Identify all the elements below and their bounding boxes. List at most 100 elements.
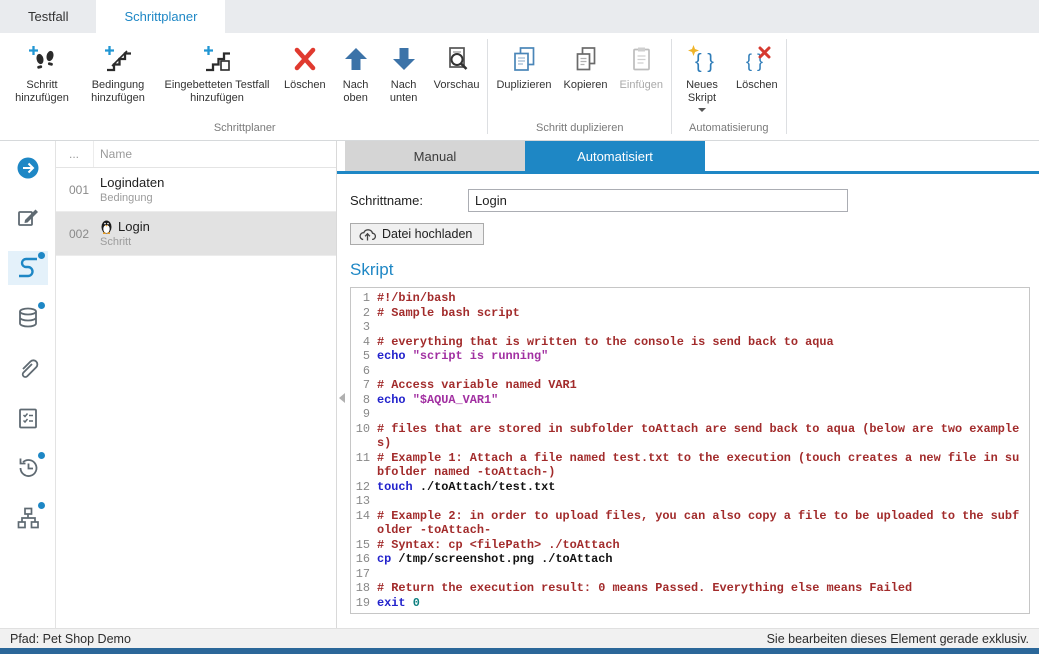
step-list-panel: ... Name 001 Logindaten Bedingung 002 [56,141,337,628]
sidebar-item-navigate[interactable] [8,151,48,185]
sidebar-item-tasks[interactable] [8,401,48,435]
code-line: 15# Syntax: cp <filePath> ./toAttach [351,538,1029,553]
ribbon: Schritt hinzufügen Bedingung hinzufügen [0,33,1039,141]
move-down-button[interactable]: Nach unten [380,39,428,107]
notification-dot [38,302,45,309]
svg-text:{ }: { } [695,51,714,73]
collapse-panel-handle[interactable] [339,393,345,403]
left-sidebar [0,141,56,628]
tab-schrittplaner[interactable]: Schrittplaner [96,0,225,33]
script-heading: Skript [350,260,1039,280]
column-header-name[interactable]: Name [94,147,132,161]
code-line: 7# Access variable named VAR1 [351,378,1029,393]
code-line: 2# Sample bash script [351,306,1029,321]
red-x-icon [290,41,320,77]
arrow-right-circle-icon [15,155,41,181]
delete-step-label: Löschen [284,79,326,92]
tab-manual[interactable]: Manual [345,141,525,171]
step-row-name: Logindaten [100,175,336,190]
cloud-upload-icon [359,227,376,241]
step-row-type: Bedingung [100,192,336,204]
copy-label: Kopieren [564,79,608,92]
sidebar-item-attachments[interactable] [8,351,48,385]
step-name-input[interactable] [468,189,848,212]
new-script-button[interactable]: { } Neues Skript [674,39,730,114]
upload-file-button[interactable]: Datei hochladen [350,223,484,245]
upload-file-label: Datei hochladen [382,227,472,241]
delete-step-button[interactable]: Löschen [278,39,332,94]
duplicate-pages-icon [509,41,539,77]
move-up-label: Nach oben [338,79,374,105]
checklist-clipboard-icon [15,405,41,431]
ribbon-separator [487,39,488,134]
new-script-label: Neues Skript [680,79,724,105]
arrow-up-icon [341,41,371,77]
ribbon-group-schrittplaner: Schritt hinzufügen Bedingung hinzufügen [4,33,485,140]
code-line: 14# Example 2: in order to upload files,… [351,509,1029,538]
ribbon-separator [671,39,672,134]
tab-automatisiert[interactable]: Automatisiert [525,141,705,171]
add-embedded-testcase-label: Eingebetteten Testfall hinzufügen [162,79,272,105]
preview-magnifier-icon [442,41,472,77]
duplicate-button[interactable]: Duplizieren [490,39,557,94]
add-embedded-testcase-button[interactable]: Eingebetteten Testfall hinzufügen [156,39,278,107]
notification-dot [38,252,45,259]
sidebar-item-steps[interactable] [8,251,48,285]
content-area: ... Name 001 Logindaten Bedingung 002 [0,141,1039,628]
paste-button[interactable]: Einfügen [614,39,669,94]
dropdown-caret-icon[interactable] [698,108,706,112]
column-header-index[interactable]: ... [56,141,94,167]
stairs-add-icon [103,41,133,77]
paperclip-icon [15,355,41,381]
linux-penguin-icon [100,219,113,234]
step-list-header: ... Name [56,141,336,168]
footprints-add-icon [27,41,57,77]
add-condition-button[interactable]: Bedingung hinzufügen [80,39,156,107]
code-line: 1#!/bin/bash [351,291,1029,306]
code-line: 12touch ./toAttach/test.txt [351,480,1029,495]
bottom-accent-strip [0,648,1039,654]
status-lock-message: Sie bearbeiten dieses Element gerade exk… [767,632,1029,646]
script-editor[interactable]: 1#!/bin/bash2# Sample bash script34# eve… [350,287,1030,614]
code-line: 17 [351,567,1029,582]
step-row-002[interactable]: 002 Login Schritt [56,212,336,256]
ribbon-separator [786,39,787,134]
database-icon [15,305,41,331]
svg-text:{ }: { } [746,51,763,71]
code-line: 8echo "$AQUA_VAR1" [351,393,1029,408]
sidebar-item-data[interactable] [8,301,48,335]
code-line: 6 [351,364,1029,379]
status-bar: Pfad: Pet Shop Demo Sie bearbeiten diese… [0,628,1039,648]
copy-button[interactable]: Kopieren [558,39,614,94]
preview-label: Vorschau [434,79,480,92]
copy-pages-icon [571,41,601,77]
step-row-id: 002 [56,227,94,241]
sidebar-item-relations[interactable] [8,501,48,535]
delete-script-icon: { } [742,41,772,77]
code-line: 4# everything that is written to the con… [351,335,1029,350]
delete-script-button[interactable]: { } Löschen [730,39,784,94]
sidebar-item-edit[interactable] [8,201,48,235]
move-up-button[interactable]: Nach oben [332,39,380,107]
window-tab-bar: Testfall Schrittplaner [0,0,1039,33]
sidebar-item-history[interactable] [8,451,48,485]
ribbon-group-automatisierung: { } Neues Skript { } Löschen Automatisie… [674,33,784,140]
code-line: 5echo "script is running" [351,349,1029,364]
code-line: 13 [351,494,1029,509]
move-down-label: Nach unten [386,79,422,105]
step-row-001[interactable]: 001 Logindaten Bedingung [56,168,336,212]
code-line: 18# Return the execution result: 0 means… [351,581,1029,596]
ribbon-group-schritt-duplizieren: Duplizieren Kopieren [490,33,669,140]
add-condition-label: Bedingung hinzufügen [86,79,150,105]
notification-dot [38,452,45,459]
step-row-name: Login [118,219,150,234]
new-script-braces-icon: { } [687,41,717,77]
edit-pencil-icon [15,205,41,231]
tab-testfall[interactable]: Testfall [0,0,96,33]
step-name-label: Schrittname: [350,193,468,208]
add-step-button[interactable]: Schritt hinzufügen [4,39,80,107]
preview-button[interactable]: Vorschau [428,39,486,94]
history-clock-icon [15,455,41,481]
embedded-testcase-add-icon [202,41,232,77]
arrow-down-icon [389,41,419,77]
